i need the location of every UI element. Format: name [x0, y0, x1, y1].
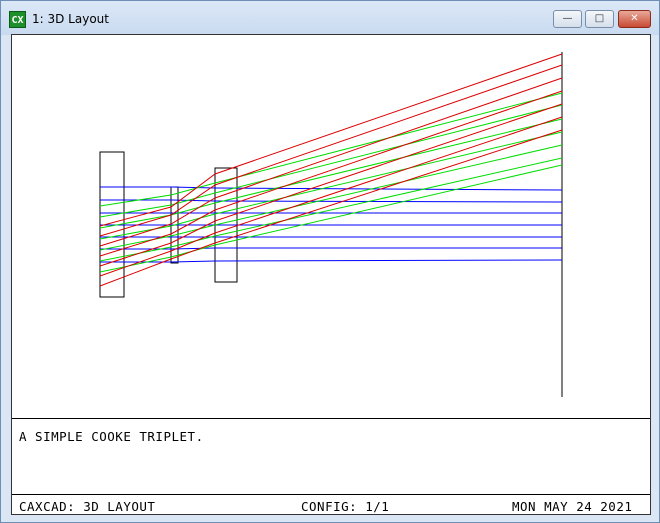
maximize-button[interactable]: □ — [585, 10, 614, 28]
minimize-button[interactable]: — — [553, 10, 582, 28]
layout-view: A SIMPLE COOKE TRIPLET. CAXCAD: 3D LAYOU… — [11, 34, 651, 515]
app-icon: CX — [9, 11, 26, 28]
ray — [99, 116, 563, 277]
ray — [100, 199, 563, 203]
app-window: CX 1: 3D Layout — □ ✕ A SIMPLE COOKE TRI… — [0, 0, 660, 523]
ray — [99, 164, 563, 273]
ray — [99, 103, 563, 267]
close-button[interactable]: ✕ — [618, 10, 651, 28]
status-divider — [12, 494, 650, 495]
layout-canvas — [99, 52, 563, 397]
layout-caption: A SIMPLE COOKE TRIPLET. — [19, 429, 204, 444]
caption-divider — [12, 418, 650, 419]
ray — [100, 259, 563, 263]
ray — [99, 77, 563, 247]
status-program: CAXCAD: 3D LAYOUT — [19, 499, 156, 514]
ray-fan-mid-field — [99, 92, 563, 273]
ray-fan-edge-field — [99, 53, 563, 287]
ray — [99, 131, 563, 240]
status-date: MON MAY 24 2021 — [512, 499, 633, 514]
ray — [100, 247, 562, 250]
window-title: 1: 3D Layout — [32, 12, 109, 26]
ray — [100, 186, 563, 191]
ray — [99, 157, 563, 262]
title-bar[interactable]: CX 1: 3D Layout — □ ✕ — [1, 1, 659, 35]
status-config: CONFIG: 1/1 — [301, 499, 390, 514]
